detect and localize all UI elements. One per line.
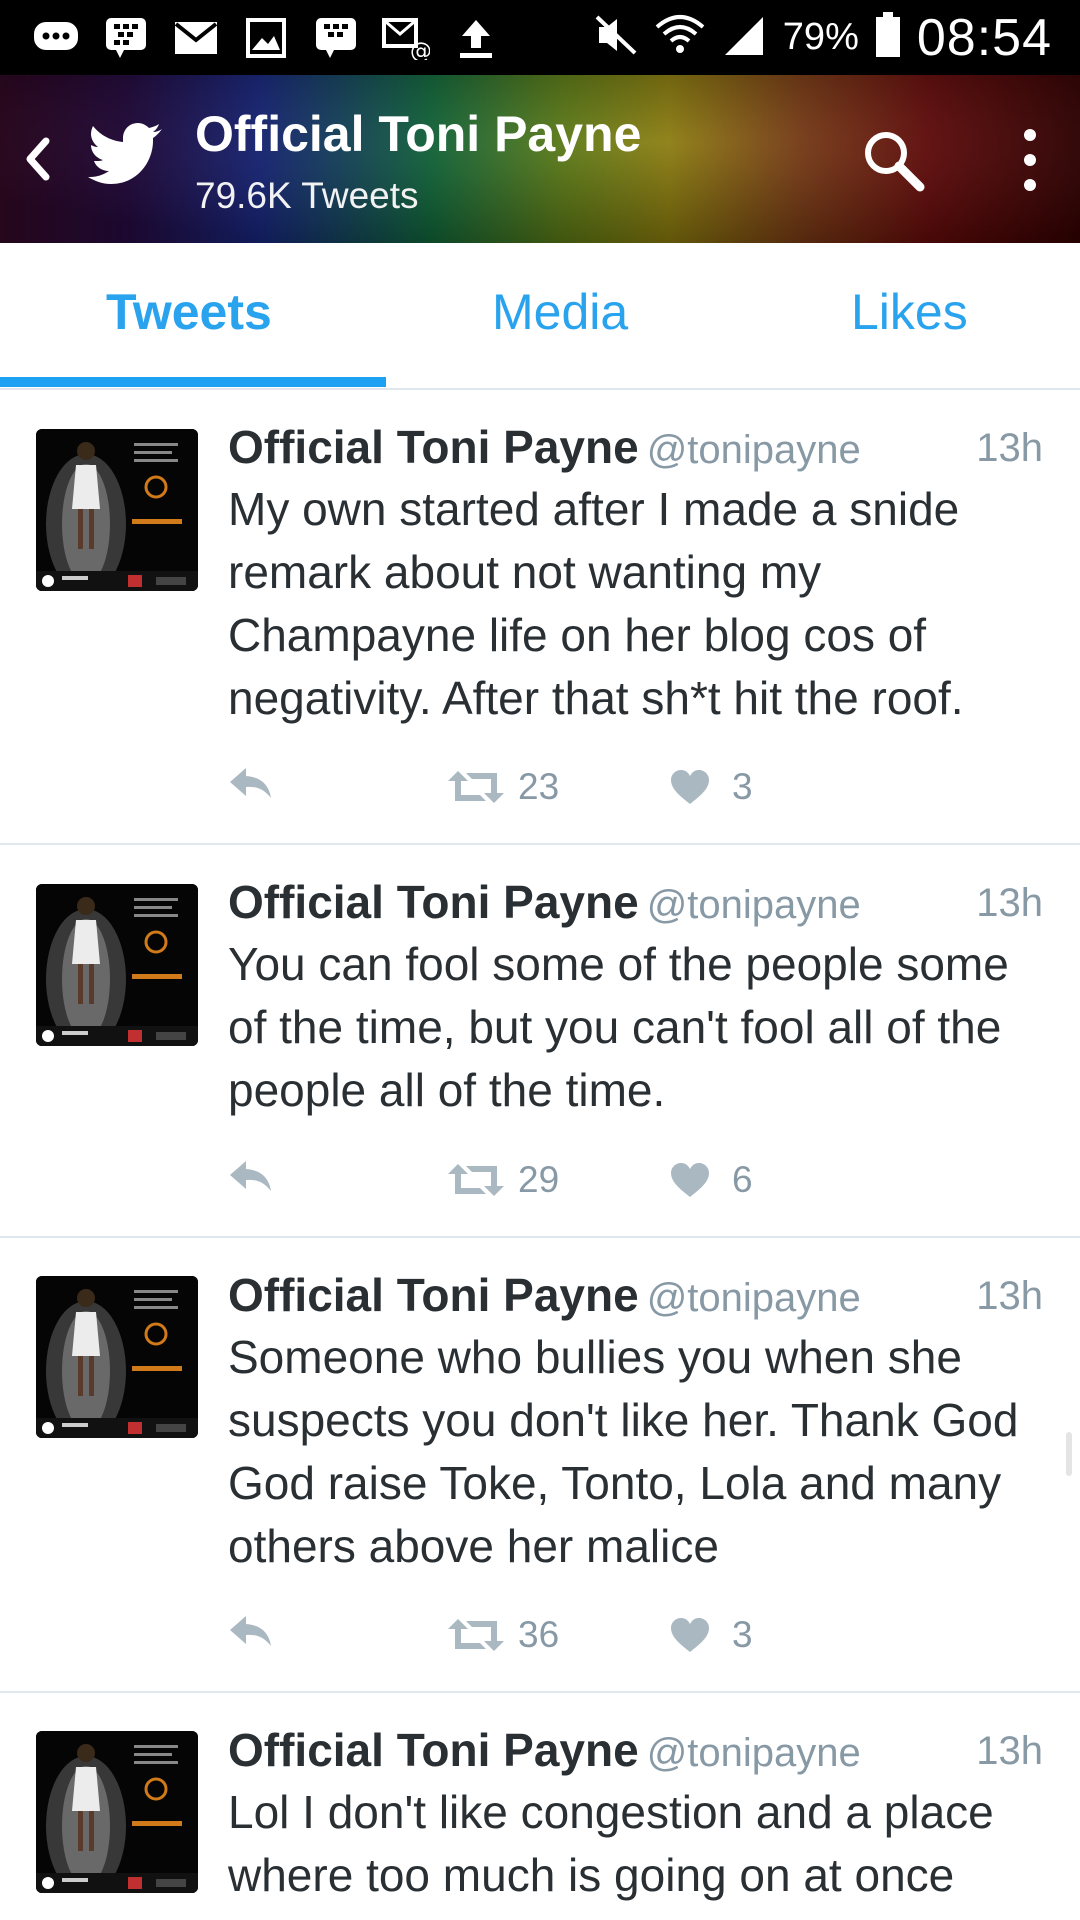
wifi-icon xyxy=(655,13,705,62)
tweet-item[interactable]: Official Toni Payne @tonipayne 13h Lol I … xyxy=(0,1693,1080,1920)
retweet-icon xyxy=(448,1164,504,1196)
retweet-icon xyxy=(448,771,504,803)
tweet-header: Official Toni Payne @tonipayne xyxy=(228,875,861,929)
tweet-author-name[interactable]: Official Toni Payne xyxy=(228,1724,639,1776)
scrollbar-thumb[interactable] xyxy=(1066,1432,1072,1476)
gallery-icon xyxy=(242,16,290,60)
like-button[interactable]: 3 xyxy=(670,766,753,808)
tweet-author-handle[interactable]: @tonipayne xyxy=(647,1276,861,1320)
battery-percent: 79% xyxy=(782,16,859,58)
tweet-header: Official Toni Payne @tonipayne xyxy=(228,420,861,474)
tweet-author-handle[interactable]: @tonipayne xyxy=(647,428,861,472)
tweet-header: Official Toni Payne @tonipayne xyxy=(228,1723,861,1777)
tab-tweets[interactable]: Tweets xyxy=(106,283,272,341)
tab-likes[interactable]: Likes xyxy=(851,283,968,341)
tweet-author-handle[interactable]: @tonipayne xyxy=(647,883,861,927)
tweet-timestamp: 13h xyxy=(976,1729,1043,1773)
heart-icon xyxy=(671,1618,709,1652)
tweet-author-name[interactable]: Official Toni Payne xyxy=(228,421,639,473)
email-notify-icon: @ xyxy=(382,16,430,60)
profile-title: Official Toni Payne xyxy=(195,106,642,162)
active-tab-indicator xyxy=(0,377,386,387)
avatar[interactable] xyxy=(36,1731,198,1893)
clock: 08:54 xyxy=(916,8,1052,67)
tweet-text: My own started after I made a snide rema… xyxy=(228,483,964,724)
reply-button[interactable] xyxy=(228,766,274,800)
back-button[interactable] xyxy=(18,129,58,189)
chat-icon xyxy=(32,16,80,60)
svg-text:@: @ xyxy=(410,39,430,60)
tweet-author-name[interactable]: Official Toni Payne xyxy=(228,876,639,928)
like-count: 3 xyxy=(732,766,753,807)
profile-header: Official Toni Payne 79.6K Tweets xyxy=(0,75,1080,243)
reply-button[interactable] xyxy=(228,1159,274,1193)
like-count: 3 xyxy=(732,1614,753,1655)
retweet-count: 29 xyxy=(518,1159,560,1200)
like-count: 6 xyxy=(732,1159,753,1200)
notification-icons: @ xyxy=(0,16,500,60)
bbm-icon xyxy=(312,16,360,60)
profile-tabs: Tweets Media Likes xyxy=(0,243,1080,390)
mail-icon xyxy=(172,16,220,60)
reply-icon xyxy=(230,1616,271,1646)
upload-icon xyxy=(452,16,500,60)
retweet-icon xyxy=(448,1619,504,1651)
mute-icon xyxy=(593,13,639,62)
retweet-count: 23 xyxy=(518,766,560,807)
avatar[interactable] xyxy=(36,884,198,1046)
signal-icon xyxy=(721,13,767,62)
retweet-button[interactable]: 29 xyxy=(448,1159,559,1201)
search-icon xyxy=(865,132,925,192)
tweet-count: 79.6K Tweets xyxy=(195,175,419,216)
tweet-timestamp: 13h xyxy=(976,1274,1043,1318)
retweet-count: 36 xyxy=(518,1614,560,1655)
battery-icon xyxy=(875,12,901,63)
retweet-button[interactable]: 23 xyxy=(448,766,559,808)
tab-media[interactable]: Media xyxy=(492,283,628,341)
chevron-left-icon xyxy=(26,137,50,181)
retweet-button[interactable]: 36 xyxy=(448,1614,559,1656)
like-button[interactable]: 3 xyxy=(670,1614,753,1656)
tweet-header: Official Toni Payne @tonipayne xyxy=(228,1268,861,1322)
reply-icon xyxy=(230,768,271,798)
tweet-author-name[interactable]: Official Toni Payne xyxy=(228,1269,639,1321)
avatar[interactable] xyxy=(36,1276,198,1438)
status-bar: @ 79% 08:54 xyxy=(0,0,1080,75)
tweet-item[interactable]: Official Toni Payne @tonipayne 13h My own… xyxy=(0,390,1080,845)
tweet-author-handle[interactable]: @tonipayne xyxy=(647,1731,861,1775)
like-button[interactable]: 6 xyxy=(670,1159,753,1201)
avatar[interactable] xyxy=(36,429,198,591)
overflow-menu-button[interactable] xyxy=(1010,125,1050,195)
twitter-bird-icon xyxy=(88,121,164,187)
tweet-timestamp: 13h xyxy=(976,881,1043,925)
reply-button[interactable] xyxy=(228,1614,274,1648)
bbm-icon xyxy=(102,16,150,60)
status-right: 79% 08:54 xyxy=(593,0,1052,75)
tweet-item[interactable]: Official Toni Payne @tonipayne 13h Someon… xyxy=(0,1238,1080,1693)
tweet-item[interactable]: Official Toni Payne @tonipayne 13h You ca… xyxy=(0,845,1080,1238)
more-vertical-icon xyxy=(1024,129,1036,191)
tweet-text: You can fool some of the people some of … xyxy=(228,938,1009,1116)
heart-icon xyxy=(671,1163,709,1197)
reply-icon xyxy=(230,1161,271,1191)
tweet-timestamp: 13h xyxy=(976,426,1043,470)
search-button[interactable] xyxy=(860,127,928,195)
heart-icon xyxy=(671,770,709,804)
tweet-text: Lol I don't like congestion and a place … xyxy=(228,1786,994,1901)
tweet-text: Someone who bullies you when she suspect… xyxy=(228,1331,1019,1572)
